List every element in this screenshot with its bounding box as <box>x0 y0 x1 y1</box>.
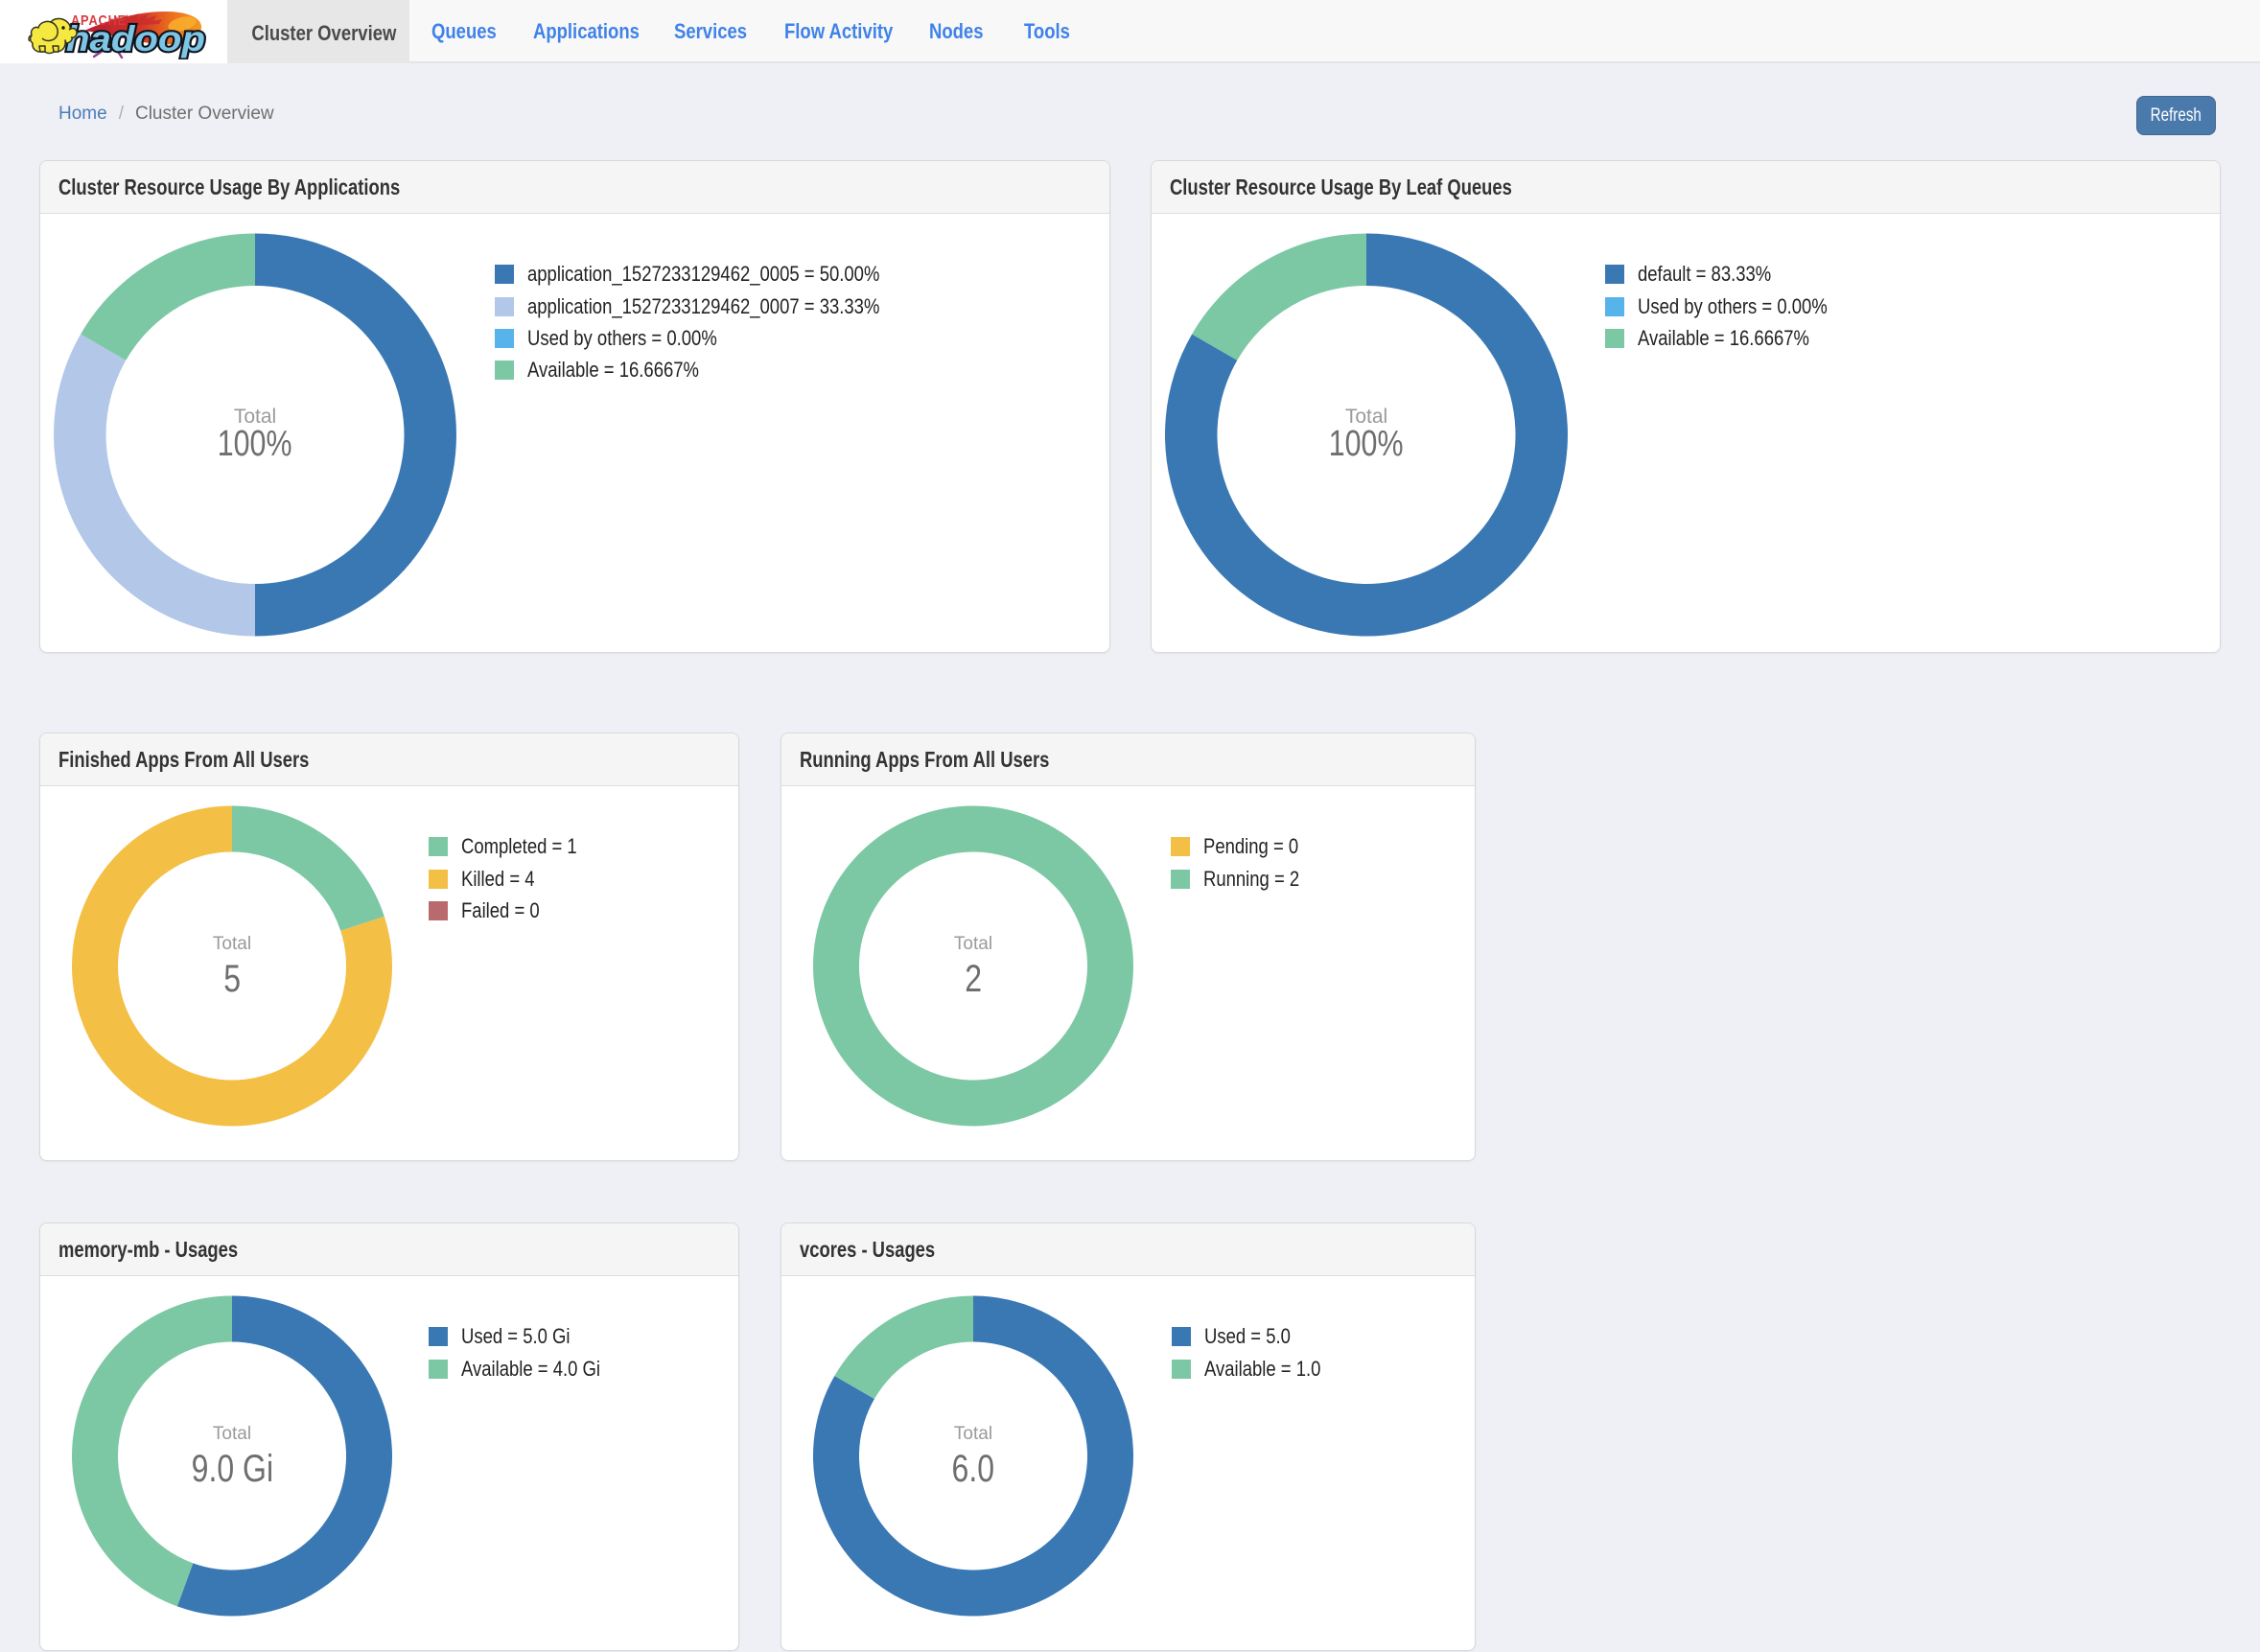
svg-text:hadoop: hadoop <box>66 19 205 58</box>
